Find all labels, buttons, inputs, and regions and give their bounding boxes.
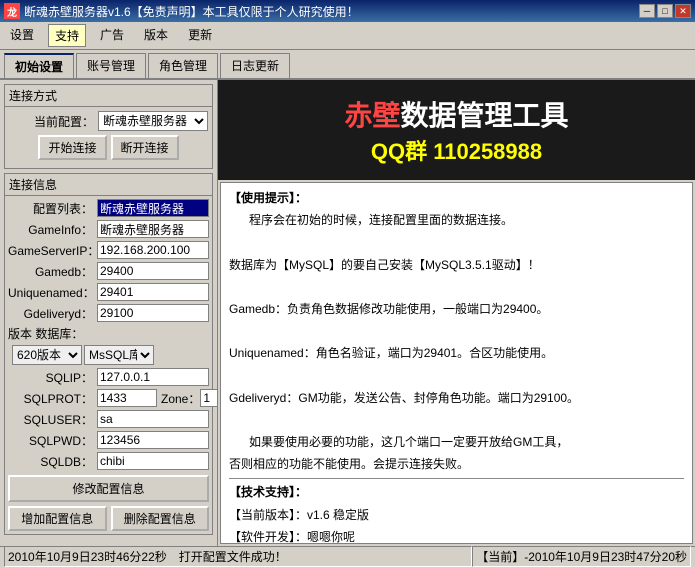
gamedb-input[interactable] bbox=[97, 262, 209, 280]
main-content: 连接方式 当前配置： 断魂赤壁服务器 开始连接 断开连接 连接信息 bbox=[0, 80, 695, 546]
gameinfo-input[interactable] bbox=[97, 220, 209, 238]
tech-version: 【当前版本】：v1.6 稳定版 bbox=[229, 506, 684, 525]
status-left: 2010年10月9日23时46分22秒 打开配置文件成功！ bbox=[4, 546, 472, 567]
sqlprot-input[interactable] bbox=[97, 389, 157, 407]
modify-config-button[interactable]: 修改配置信息 bbox=[8, 475, 209, 502]
gameserverip-input[interactable] bbox=[97, 241, 209, 259]
close-button[interactable]: ✕ bbox=[675, 4, 691, 18]
maximize-button[interactable]: □ bbox=[657, 4, 673, 18]
info-ports: 如果要使用必要的功能，这几个端口一定要开放给GM工具， bbox=[249, 433, 684, 452]
divider bbox=[229, 478, 684, 479]
tab-initial-settings[interactable]: 初始设置 bbox=[4, 53, 74, 78]
config-list-label: 配置列表： bbox=[8, 200, 93, 217]
current-config-select[interactable]: 断魂赤壁服务器 bbox=[98, 111, 208, 131]
zone-input[interactable] bbox=[200, 389, 218, 407]
info-ports2: 否则相应的功能不能使用。会提示连接失败。 bbox=[229, 455, 684, 474]
sqluser-input[interactable] bbox=[97, 410, 209, 428]
uniquenamed-input[interactable] bbox=[97, 283, 209, 301]
disconnect-button[interactable]: 断开连接 bbox=[111, 135, 179, 160]
gamedb-label: Gamedb： bbox=[8, 263, 93, 280]
delete-config-button[interactable]: 删除配置信息 bbox=[111, 506, 210, 531]
info-tips-line2 bbox=[229, 233, 684, 252]
sqldb-input[interactable] bbox=[97, 452, 209, 470]
info-spacer2 bbox=[229, 322, 684, 341]
info-gdeliveryd: Gdeliveryd：GM功能，发送公告、封停角色功能。端口为29100。 bbox=[229, 389, 684, 408]
info-area: 【使用提示】： 程序会在初始的时候，连接配置里面的数据连接。 数据库为【MySQ… bbox=[220, 182, 693, 544]
info-spacer4 bbox=[229, 411, 684, 430]
window-title: 断魂赤壁服务器v1.6【免责声明】本工具仅限于个人研究使用！ bbox=[24, 3, 359, 20]
sqlip-label: SQLIP： bbox=[8, 369, 93, 386]
menu-settings[interactable]: 设置 bbox=[4, 24, 40, 47]
sqlprot-label: SQLPROT： bbox=[8, 390, 93, 407]
tech-support-header: 【技术支持】： bbox=[229, 483, 684, 502]
connection-section-title: 连接方式 bbox=[5, 85, 212, 107]
banner-qq: QQ群 110258988 bbox=[371, 134, 542, 166]
sqluser-label: SQLUSER： bbox=[8, 411, 93, 428]
sqlpwd-input[interactable] bbox=[97, 431, 209, 449]
sqlpwd-label: SQLPWD： bbox=[8, 432, 93, 449]
title-bar: 龙 断魂赤壁服务器v1.6【免责声明】本工具仅限于个人研究使用！ ─ □ ✕ bbox=[0, 0, 695, 22]
menu-version[interactable]: 版本 bbox=[138, 24, 174, 47]
minimize-button[interactable]: ─ bbox=[639, 4, 655, 18]
version-select[interactable]: 620版本 bbox=[12, 345, 82, 365]
gameserverip-label: GameServerIP： bbox=[8, 242, 93, 259]
menu-update[interactable]: 更新 bbox=[182, 24, 218, 47]
sqldb-label: SQLDB： bbox=[8, 453, 93, 470]
info-mysql: 数据库为【MySQL】的要自己安装【MySQL3.5.1驱动】！ bbox=[229, 256, 684, 275]
db-select[interactable]: MsSQL库 bbox=[84, 345, 154, 365]
app-icon: 龙 bbox=[4, 3, 20, 19]
info-spacer3 bbox=[229, 367, 684, 386]
tech-dev: 【软件开发】：嗯嗯你呢 bbox=[229, 528, 684, 544]
gdeliveryd-label: Gdeliveryd： bbox=[8, 305, 93, 322]
info-tips-header: 【使用提示】： bbox=[229, 189, 684, 208]
info-section-title: 连接信息 bbox=[5, 174, 212, 196]
info-gamedb: Gamedb：负责角色数据修改功能使用，一般端口为29400。 bbox=[229, 300, 684, 319]
status-right: 【当前】-2010年10月9日23时47分20秒 bbox=[472, 546, 691, 567]
info-uniquenamed: Uniquenamed：角色名验证，端口为29401。合区功能使用。 bbox=[229, 344, 684, 363]
left-panel: 连接方式 当前配置： 断魂赤壁服务器 开始连接 断开连接 连接信息 bbox=[0, 80, 218, 546]
banner-title-part2: 数据管理工具 bbox=[401, 100, 569, 131]
config-list-input[interactable] bbox=[97, 199, 209, 217]
tab-role-management[interactable]: 角色管理 bbox=[148, 53, 218, 78]
info-tips-line1: 程序会在初始的时候，连接配置里面的数据连接。 bbox=[249, 211, 684, 230]
zone-label: Zone： bbox=[161, 390, 200, 407]
banner-title-part1: 赤壁 bbox=[344, 100, 400, 131]
gameinfo-label: GameInfo： bbox=[8, 221, 93, 238]
gdeliveryd-input[interactable] bbox=[97, 304, 209, 322]
tab-log-update[interactable]: 日志更新 bbox=[220, 53, 290, 78]
banner-title: 赤壁数据管理工具 bbox=[344, 94, 568, 134]
menu-ad[interactable]: 广告 bbox=[94, 24, 130, 47]
uniquenamed-label: Uniquenamed： bbox=[8, 284, 93, 301]
menu-bar: 设置 支持 广告 版本 更新 bbox=[0, 22, 695, 50]
status-bar: 2010年10月9日23时46分22秒 打开配置文件成功！ 【当前】-2010年… bbox=[0, 546, 695, 566]
banner: 赤壁数据管理工具 QQ群 110258988 bbox=[218, 80, 695, 180]
connect-button[interactable]: 开始连接 bbox=[38, 135, 106, 160]
tab-account-management[interactable]: 账号管理 bbox=[76, 53, 146, 78]
version-label: 版本 数据库： bbox=[8, 325, 83, 342]
tab-bar: 初始设置 账号管理 角色管理 日志更新 bbox=[0, 50, 695, 80]
info-spacer1 bbox=[229, 278, 684, 297]
add-config-button[interactable]: 增加配置信息 bbox=[8, 506, 107, 531]
menu-support[interactable]: 支持 bbox=[48, 24, 86, 47]
sqlip-input[interactable] bbox=[97, 368, 209, 386]
current-config-label: 当前配置： bbox=[9, 113, 94, 130]
right-panel: 赤壁数据管理工具 QQ群 110258988 【使用提示】： 程序会在初始的时候… bbox=[218, 80, 695, 546]
connection-section: 连接方式 当前配置： 断魂赤壁服务器 开始连接 断开连接 bbox=[4, 84, 213, 169]
info-section: 连接信息 配置列表： GameInfo： GameServerIP： Gamed… bbox=[4, 173, 213, 535]
